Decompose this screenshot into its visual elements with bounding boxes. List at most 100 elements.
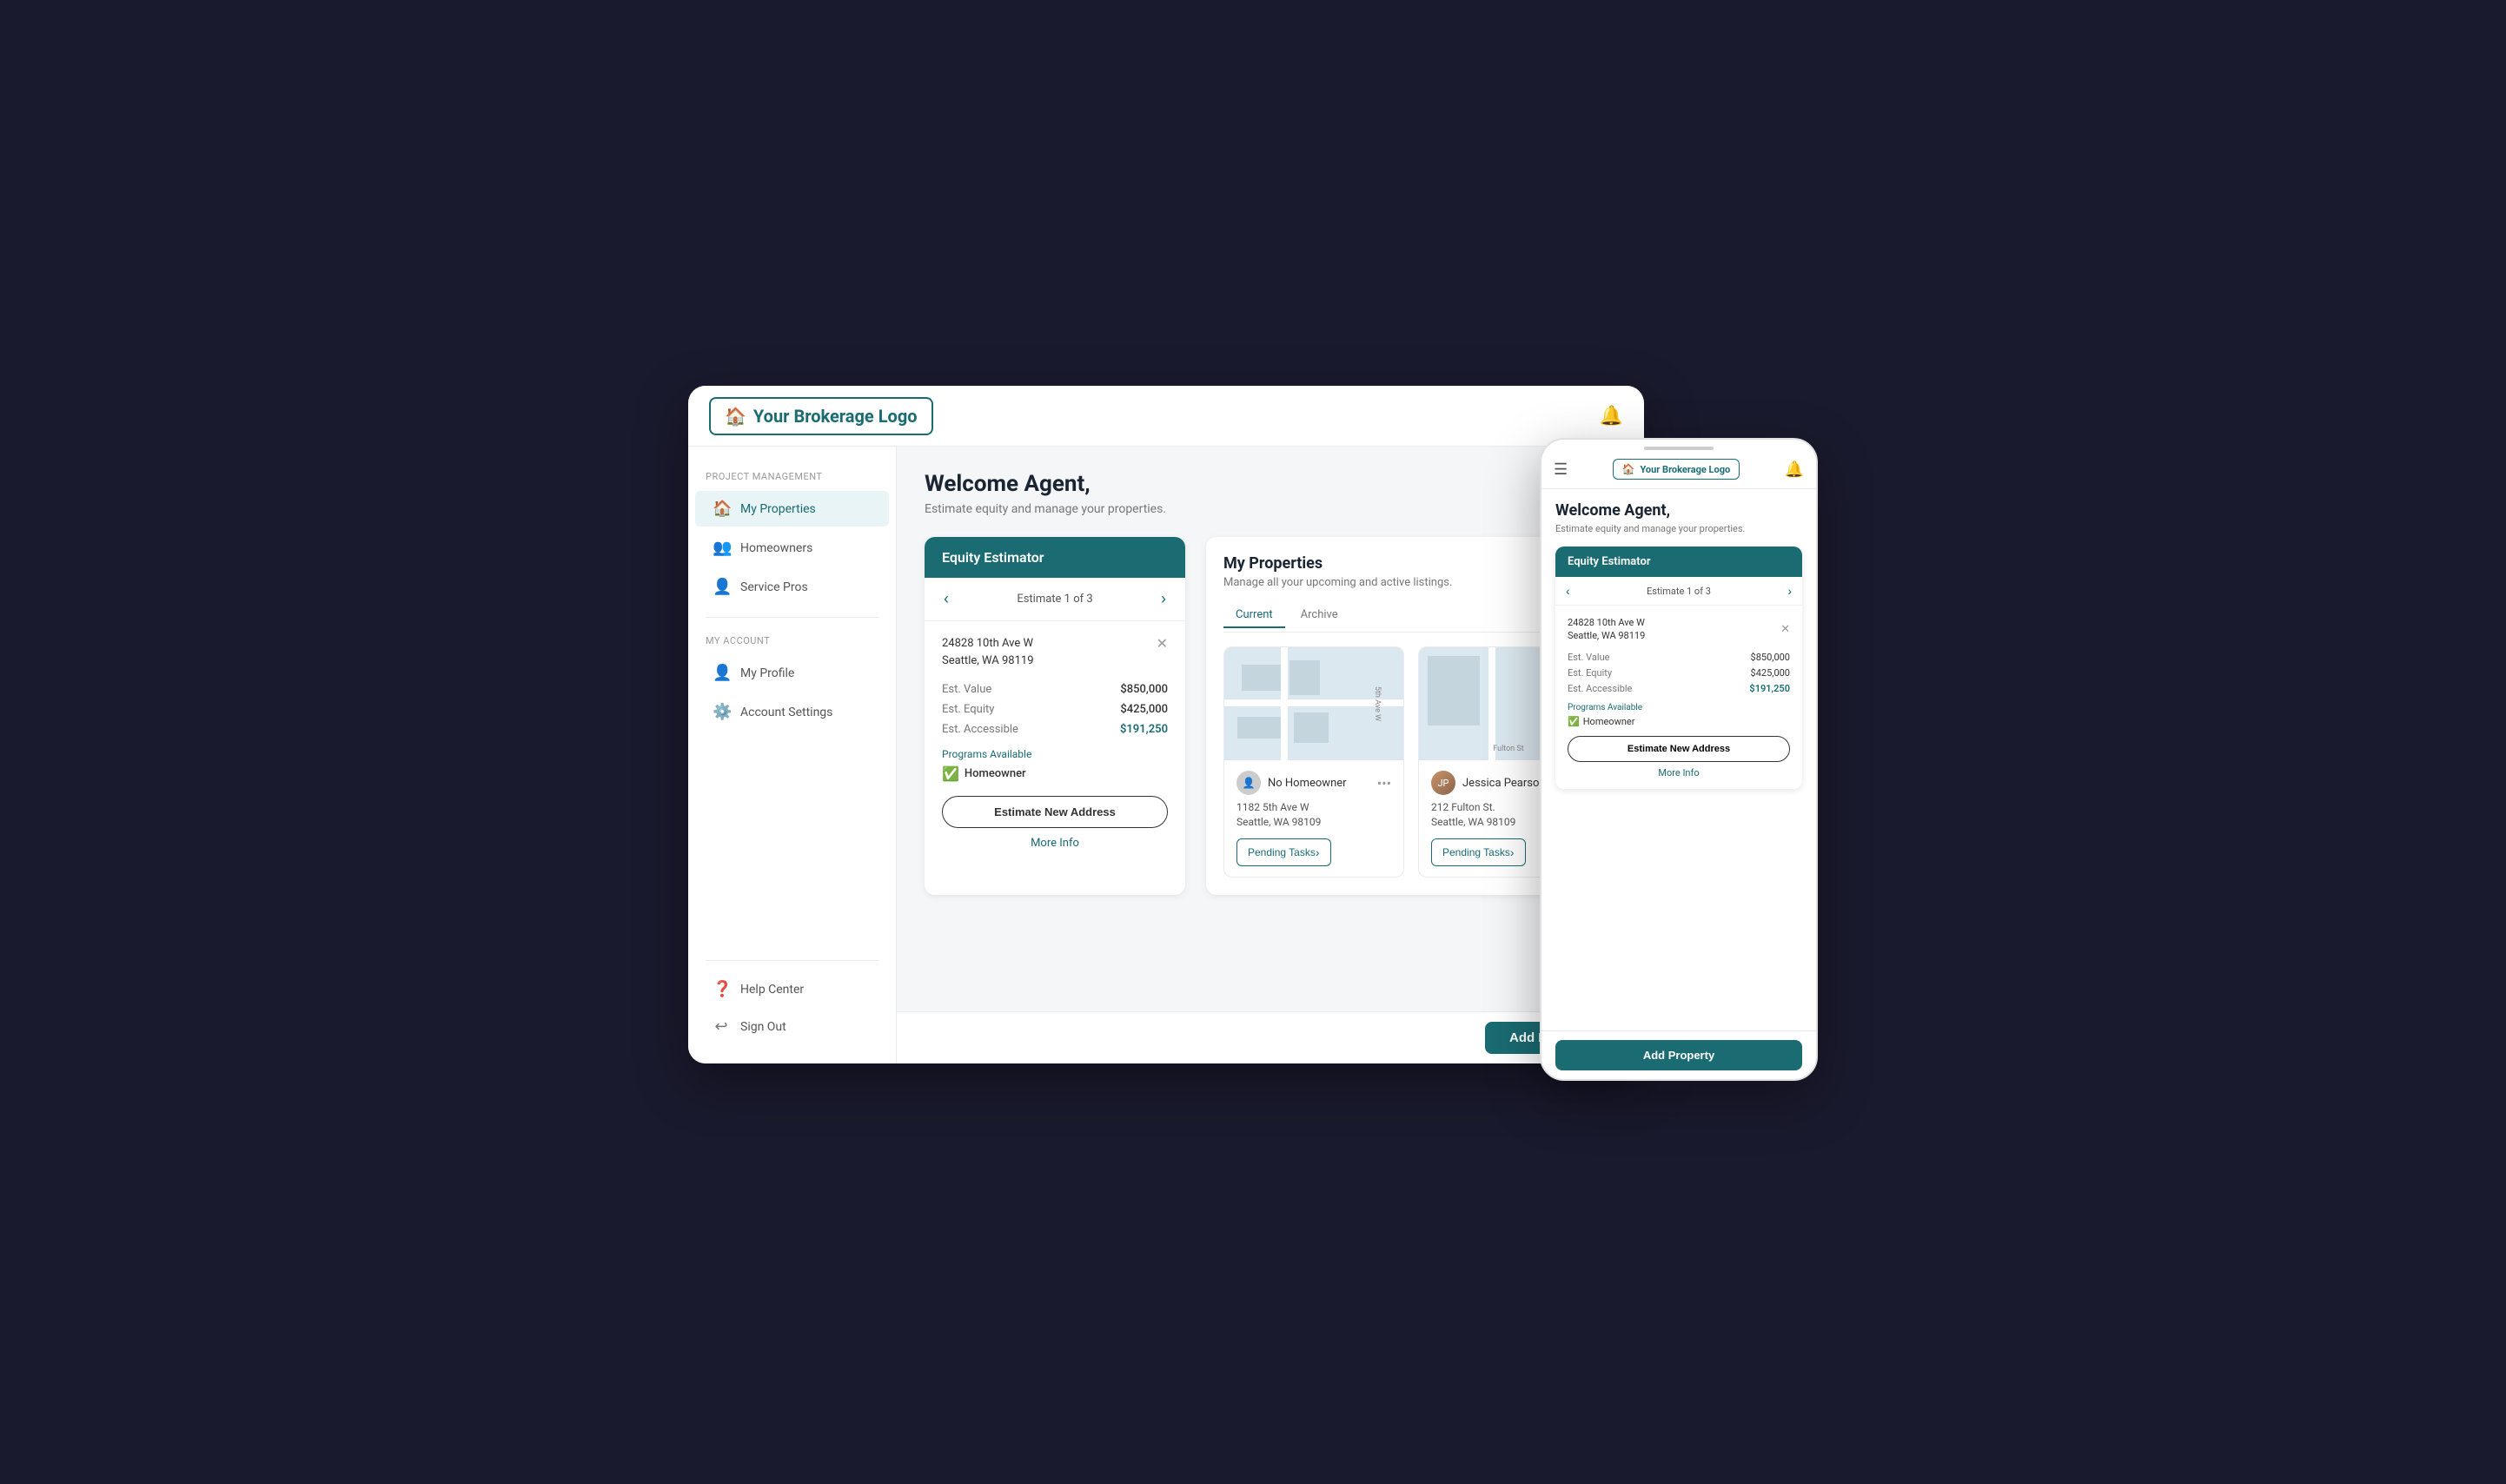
- pending-tasks-arrow-1: ›: [1316, 845, 1320, 859]
- profile-icon: 👤: [713, 664, 730, 682]
- sidebar-label-service-pros: Service Pros: [740, 580, 808, 594]
- equity-address: 24828 10th Ave W Seattle, WA 98119: [942, 635, 1034, 669]
- mobile-equity-header: Equity Estimator: [1555, 547, 1802, 577]
- owner-info-2: JP Jessica Pearson: [1431, 771, 1546, 795]
- check-circle-icon: ✅: [942, 765, 959, 782]
- desktop-window: 🏠 Your Brokerage Logo 🔔 Project Manageme…: [688, 386, 1644, 1063]
- property-address-1: 1182 5th Ave W Seattle, WA 98109: [1236, 800, 1391, 830]
- sidebar-label-homeowners: Homeowners: [740, 541, 812, 555]
- bell-button[interactable]: 🔔: [1600, 405, 1623, 427]
- mobile-welcome-title: Welcome Agent,: [1555, 501, 1802, 520]
- pending-tasks-button-2[interactable]: Pending Tasks ›: [1431, 838, 1526, 866]
- tab-archive[interactable]: Archive: [1289, 603, 1350, 628]
- est-accessible: $191,250: [1120, 723, 1168, 736]
- owner-name-1: No Homeowner: [1268, 777, 1347, 790]
- pending-tasks-button-1[interactable]: Pending Tasks ›: [1236, 838, 1331, 866]
- mobile-bell-button[interactable]: 🔔: [1785, 460, 1804, 479]
- sidebar-label-account-settings: Account Settings: [740, 706, 832, 719]
- property-address-line1-1: 1182 5th Ave W: [1236, 801, 1309, 813]
- equity-nav: ‹ Estimate 1 of 3 ›: [925, 578, 1185, 621]
- bell-icon: 🔔: [1600, 405, 1623, 427]
- mobile-logo-text: Your Brokerage Logo: [1640, 464, 1730, 475]
- equity-next-button[interactable]: ›: [1156, 588, 1171, 610]
- mobile-est-equity: $425,000: [1751, 667, 1790, 679]
- property-map-1: 5th Ave W: [1224, 647, 1403, 760]
- mobile-address-line2: Seattle, WA 98119: [1568, 630, 1645, 641]
- more-info-link[interactable]: More Info: [942, 837, 1168, 850]
- mobile-address-line1: 24828 10th Ave W: [1568, 617, 1645, 628]
- mobile-address-row: 24828 10th Ave W Seattle, WA 98119 ✕: [1568, 616, 1790, 643]
- sidebar-item-service-pros[interactable]: 👤 Service Pros: [695, 569, 889, 605]
- est-equity-row: Est. Equity $425,000: [942, 703, 1168, 716]
- sidebar-label-help-center: Help Center: [740, 983, 804, 997]
- more-options-button-1[interactable]: •••: [1377, 775, 1391, 792]
- est-equity-label: Est. Equity: [942, 703, 994, 716]
- mobile-program-badge: ✅ Homeowner: [1568, 716, 1790, 727]
- mobile-est-equity-label: Est. Equity: [1568, 667, 1612, 679]
- address-row: 24828 10th Ave W Seattle, WA 98119 ✕: [942, 635, 1168, 669]
- mobile-est-accessible-label: Est. Accessible: [1568, 683, 1632, 694]
- owner-avatar-1: 👤: [1236, 771, 1261, 795]
- sidebar-label-my-profile: My Profile: [740, 666, 794, 680]
- est-value-row: Est. Value $850,000: [942, 683, 1168, 696]
- mobile-programs-label: Programs Available: [1568, 703, 1790, 712]
- sidebar-divider-1: [706, 617, 878, 618]
- owner-name-2: Jessica Pearson: [1462, 777, 1546, 790]
- mobile-est-value: $850,000: [1751, 652, 1790, 663]
- mobile-est-accessible-row: Est. Accessible $191,250: [1568, 683, 1790, 694]
- property-owner-row-1: 👤 No Homeowner •••: [1236, 771, 1391, 795]
- programs-section: Programs Available ✅ Homeowner: [942, 748, 1168, 782]
- property-card-1: 5th Ave W 👤 No Homeowner: [1223, 646, 1404, 878]
- mobile-house-icon: 🏠: [1622, 463, 1635, 475]
- program-badge: ✅ Homeowner: [942, 765, 1168, 782]
- mobile-estimate-new-address-button[interactable]: Estimate New Address: [1568, 736, 1790, 762]
- equity-card-body: 24828 10th Ave W Seattle, WA 98119 ✕ Est…: [925, 621, 1185, 864]
- mobile-equity-address: 24828 10th Ave W Seattle, WA 98119: [1568, 616, 1645, 643]
- house-icon: 🏠: [725, 406, 746, 427]
- mobile-more-info-link[interactable]: More Info: [1568, 767, 1790, 778]
- sidebar-item-my-profile[interactable]: 👤 My Profile: [695, 655, 889, 691]
- welcome-subtitle: Estimate equity and manage your properti…: [925, 502, 1616, 516]
- service-pros-icon: 👤: [713, 578, 730, 596]
- equity-card-header: Equity Estimator: [925, 537, 1185, 578]
- home-icon: 🏠: [713, 500, 730, 518]
- mobile-content: Welcome Agent, Estimate equity and manag…: [1541, 489, 1816, 1042]
- equity-estimator-card: Equity Estimator ‹ Estimate 1 of 3 › 248…: [925, 537, 1185, 895]
- equity-close-button[interactable]: ✕: [1157, 635, 1168, 653]
- sign-out-icon: ↩: [713, 1017, 730, 1036]
- mobile-est-value-row: Est. Value $850,000: [1568, 652, 1790, 663]
- content-area: Welcome Agent, Estimate equity and manag…: [897, 447, 1644, 1063]
- mobile-equity-close-button[interactable]: ✕: [1780, 616, 1790, 643]
- mobile-check-icon: ✅: [1568, 716, 1580, 727]
- equity-nav-text: Estimate 1 of 3: [1017, 593, 1092, 606]
- content-grid: Equity Estimator ‹ Estimate 1 of 3 › 248…: [925, 537, 1616, 895]
- equity-prev-button[interactable]: ‹: [938, 588, 954, 610]
- sidebar-label-my-properties: My Properties: [740, 502, 816, 516]
- sidebar: Project Management 🏠 My Properties 👥 Hom…: [688, 447, 897, 1063]
- owner-avatar-2: JP: [1431, 771, 1455, 795]
- estimate-new-address-button[interactable]: Estimate New Address: [942, 796, 1168, 828]
- welcome-title: Welcome Agent,: [925, 471, 1616, 497]
- mobile-add-property-button[interactable]: Add Property: [1555, 1040, 1802, 1070]
- sidebar-item-sign-out[interactable]: ↩ Sign Out: [695, 1009, 889, 1044]
- mobile-welcome-subtitle: Estimate equity and manage your properti…: [1555, 523, 1802, 534]
- mobile-window: ☰ 🏠 Your Brokerage Logo 🔔 Welcome Agent,…: [1540, 438, 1818, 1081]
- main-layout: Project Management 🏠 My Properties 👥 Hom…: [688, 447, 1644, 1063]
- scene: 🏠 Your Brokerage Logo 🔔 Project Manageme…: [688, 386, 1818, 1098]
- sidebar-item-help-center[interactable]: ❓ Help Center: [695, 971, 889, 1007]
- pending-tasks-arrow-2: ›: [1510, 845, 1515, 859]
- homeowners-icon: 👥: [713, 539, 730, 557]
- mobile-equity-prev-button[interactable]: ‹: [1566, 584, 1570, 598]
- map-label-2: Fulton St: [1493, 745, 1524, 753]
- mobile-equity-next-button[interactable]: ›: [1787, 584, 1792, 598]
- sidebar-item-account-settings[interactable]: ⚙️ Account Settings: [695, 694, 889, 730]
- settings-icon: ⚙️: [713, 703, 730, 721]
- top-bar: 🏠 Your Brokerage Logo 🔔: [688, 386, 1644, 447]
- sidebar-item-homeowners[interactable]: 👥 Homeowners: [695, 530, 889, 566]
- est-equity: $425,000: [1120, 703, 1168, 716]
- sidebar-item-my-properties[interactable]: 🏠 My Properties: [695, 491, 889, 527]
- property-address-line2-2: Seattle, WA 98109: [1431, 816, 1515, 828]
- logo-badge: 🏠 Your Brokerage Logo: [709, 397, 933, 435]
- hamburger-button[interactable]: ☰: [1554, 460, 1568, 479]
- tab-current[interactable]: Current: [1223, 603, 1285, 628]
